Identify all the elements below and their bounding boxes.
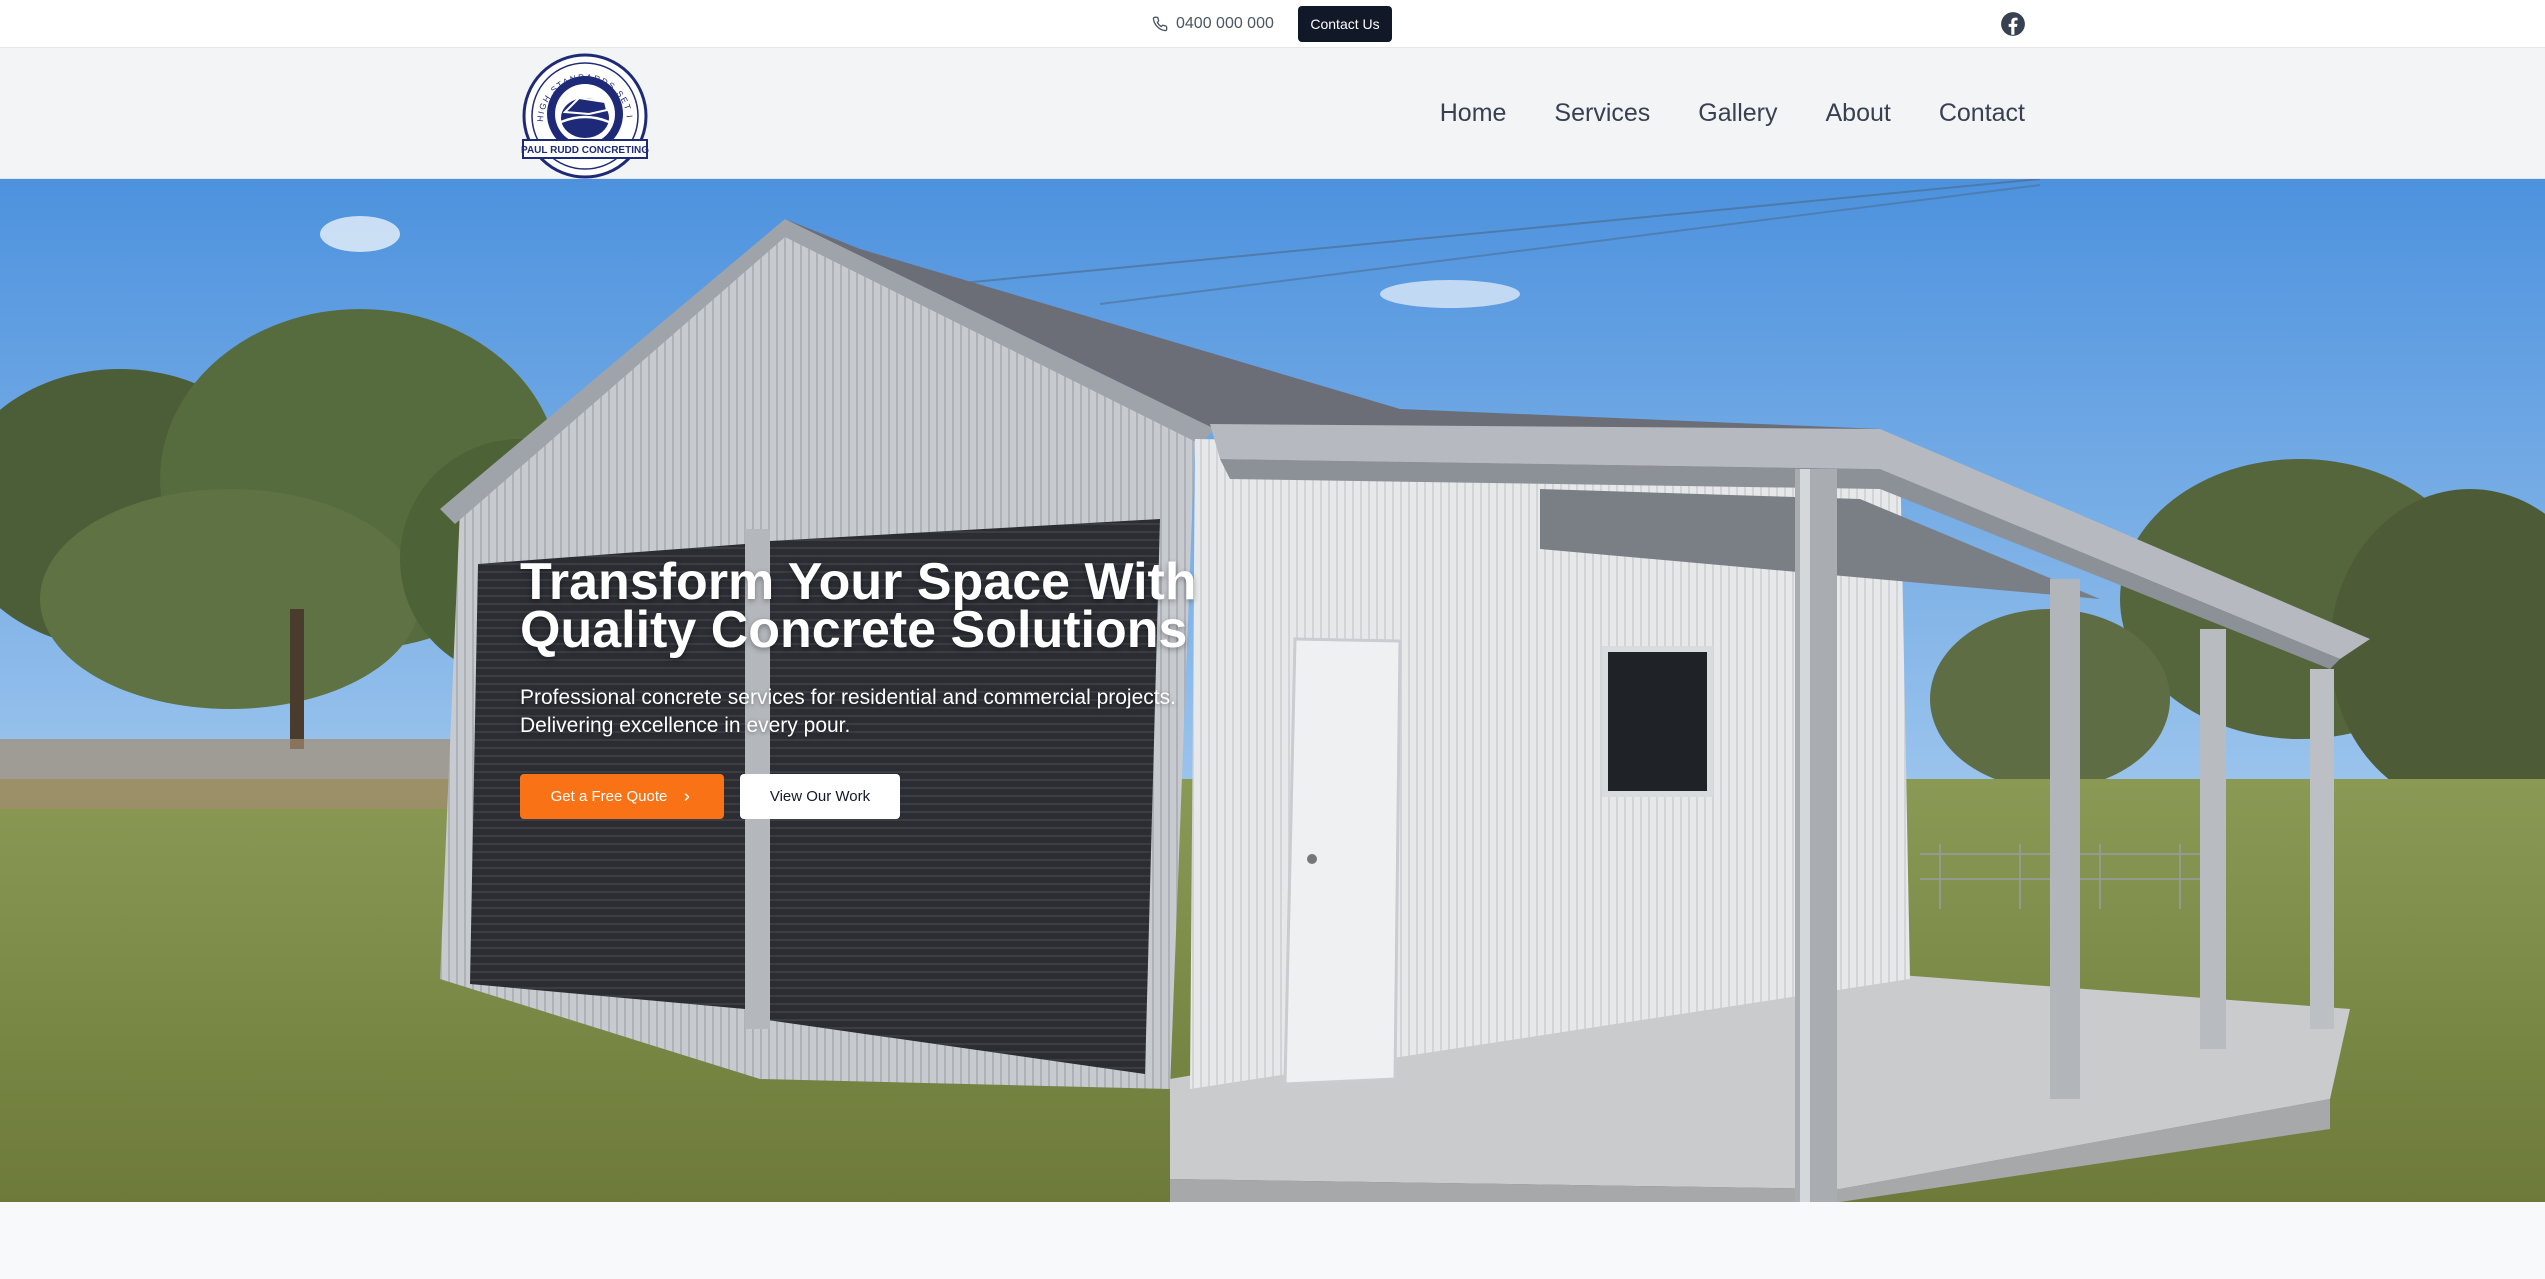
- hero-section: Transform Your Space With Quality Concre…: [0, 179, 2545, 1202]
- hero-content: Transform Your Space With Quality Concre…: [520, 553, 1240, 819]
- main-nav: Home Services Gallery About Contact: [1440, 48, 2025, 179]
- top-bar: 0400 000 000 Contact Us: [0, 0, 2545, 48]
- company-logo[interactable]: HIGH STANDARDS SET IN CONCRETE PAUL RUDD…: [519, 52, 651, 180]
- next-section: [0, 1202, 2545, 1279]
- phone-number: 0400 000 000: [1176, 15, 1274, 32]
- hero-subtitle: Professional concrete services for resid…: [520, 686, 1176, 737]
- phone-icon: [1152, 16, 1168, 32]
- logo-banner-text: PAUL RUDD CONCRETING: [521, 145, 649, 156]
- nav-home[interactable]: Home: [1440, 99, 1507, 128]
- nav-about[interactable]: About: [1825, 99, 1890, 128]
- hero-title: Transform Your Space With Quality Concre…: [520, 553, 1197, 659]
- site-header: HIGH STANDARDS SET IN CONCRETE PAUL RUDD…: [0, 48, 2545, 179]
- phone-link[interactable]: 0400 000 000: [1152, 13, 1274, 35]
- get-free-quote-button[interactable]: Get a Free Quote: [520, 774, 724, 819]
- nav-contact[interactable]: Contact: [1939, 99, 2025, 128]
- contact-us-button[interactable]: Contact Us: [1298, 6, 1392, 42]
- view-our-work-button[interactable]: View Our Work: [740, 774, 900, 819]
- chevron-right-icon: [685, 792, 690, 801]
- nav-services[interactable]: Services: [1554, 99, 1650, 128]
- hero-actions: Get a Free Quote View Our Work: [520, 774, 1240, 819]
- get-free-quote-label: Get a Free Quote: [550, 788, 668, 805]
- nav-gallery[interactable]: Gallery: [1698, 99, 1777, 128]
- hero-background-image: [0, 179, 2545, 1202]
- facebook-icon[interactable]: [2000, 11, 2026, 37]
